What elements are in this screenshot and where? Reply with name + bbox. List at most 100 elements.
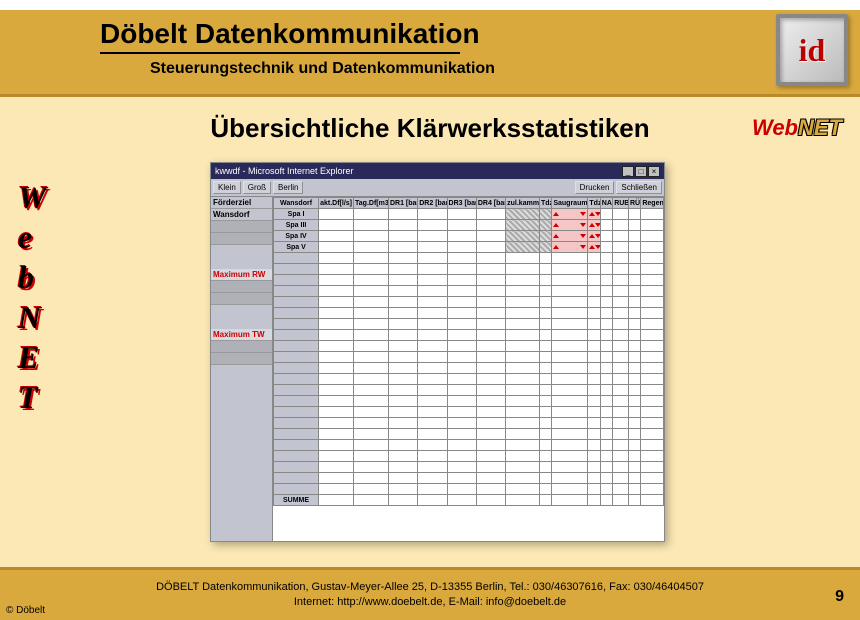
cell [628,264,640,275]
cell [613,297,629,308]
cell [319,352,354,363]
cell [613,286,629,297]
company-subtitle: Steuerungstechnik und Datenkommunikation [150,60,860,78]
cell [628,308,640,319]
cell [641,374,664,385]
cell [588,253,600,264]
window-minimize-icon[interactable]: _ [622,166,634,177]
cell [447,374,476,385]
cell [552,385,588,396]
cell [552,308,588,319]
cell [628,385,640,396]
col-header: Wansdorf [274,198,319,209]
side-webnet-label: WebNET [18,177,46,417]
table-row [274,473,664,484]
cell [354,319,389,330]
cell [447,462,476,473]
cell [552,297,588,308]
cell [476,308,505,319]
row-header [274,308,319,319]
toolbar-button-drucken[interactable]: Drucken [575,181,615,194]
cell [319,495,354,506]
cell [641,462,664,473]
cell [641,396,664,407]
cell [418,495,447,506]
cell [628,396,640,407]
cell [552,220,588,231]
table-row [274,308,664,319]
cell [613,352,629,363]
window-maximize-icon[interactable]: □ [635,166,647,177]
cell [628,429,640,440]
cell [319,385,354,396]
table-row [274,484,664,495]
cell [613,264,629,275]
cell [628,352,640,363]
arrow-down-icon [595,212,600,216]
cell [476,495,505,506]
app-toolbar: KleinGroßBerlin DruckenSchließen [211,179,664,197]
cell [641,319,664,330]
window-close-icon[interactable]: × [648,166,660,177]
arrow-up-icon [553,223,559,227]
cell [354,440,389,451]
cell [539,418,551,429]
cell [506,330,540,341]
cell [476,363,505,374]
cell [354,418,389,429]
cell [588,473,600,484]
cell [476,231,505,242]
cell [476,429,505,440]
cell [418,275,447,286]
cell [588,286,600,297]
cell [552,352,588,363]
row-header [274,473,319,484]
logo-badge: id [776,14,848,86]
cell [641,242,664,253]
cell [418,352,447,363]
cell [613,385,629,396]
toolbar-button-klein[interactable]: Klein [213,181,241,194]
cell [600,330,612,341]
row-header [274,319,319,330]
cell [506,418,540,429]
cell [476,385,505,396]
cell [476,330,505,341]
cell [476,462,505,473]
cell [506,308,540,319]
cell [447,220,476,231]
row-header [274,253,319,264]
cell [539,440,551,451]
cell [476,220,505,231]
cell [600,418,612,429]
cell [388,308,417,319]
cell [418,484,447,495]
cell [600,275,612,286]
cell [600,297,612,308]
toolbar-button-groß[interactable]: Groß [243,181,271,194]
cell [552,484,588,495]
cell [354,407,389,418]
cell [539,264,551,275]
col-header: Tdz [539,198,551,209]
cell [552,440,588,451]
cell [641,363,664,374]
cell [600,363,612,374]
cell [354,264,389,275]
company-name: Döbelt Datenkommunikation [100,18,860,50]
toolbar-button-berlin[interactable]: Berlin [273,181,303,194]
cell [588,418,600,429]
grey-row [211,233,272,245]
cell [588,451,600,462]
cell [539,341,551,352]
arrow-down-icon [580,212,586,216]
cell [641,253,664,264]
side-letter: W [18,177,46,217]
cell [447,363,476,374]
cell [613,253,629,264]
cell [600,495,612,506]
cell [539,220,551,231]
toolbar-button-schließen[interactable]: Schließen [616,181,662,194]
cell [354,374,389,385]
cell [613,231,629,242]
